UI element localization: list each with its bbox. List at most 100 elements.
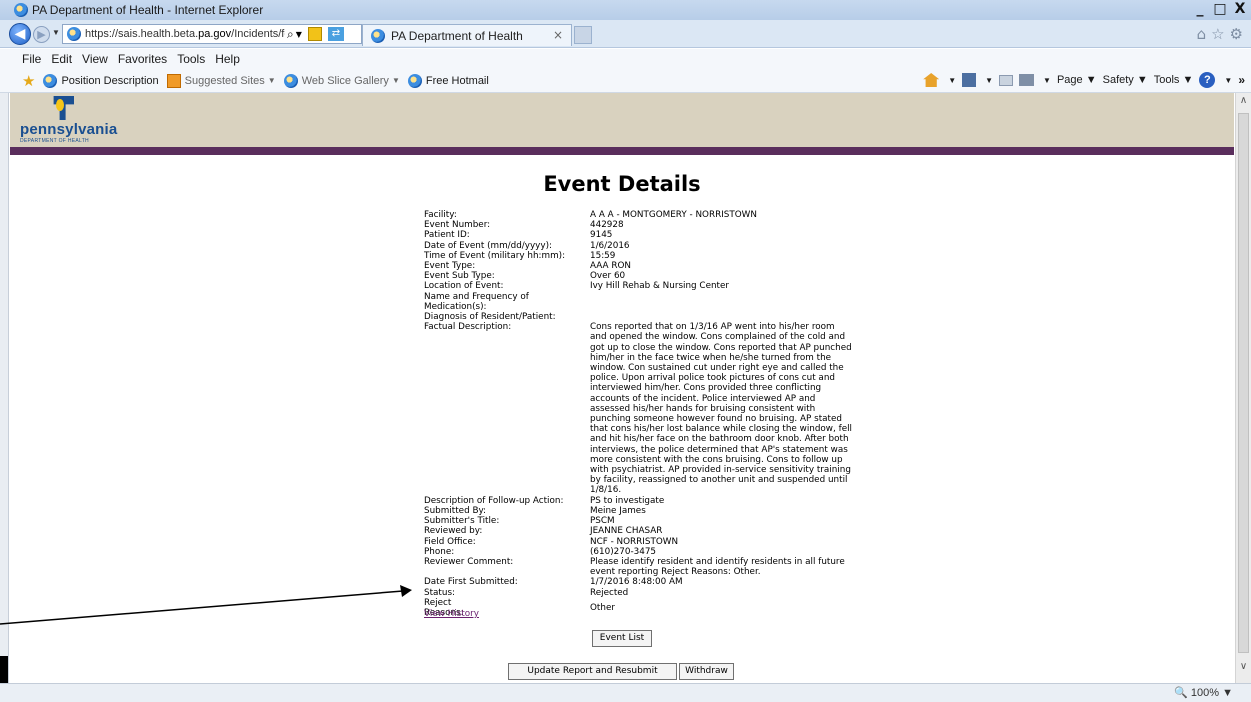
more-commands-icon[interactable]: » bbox=[1238, 73, 1245, 87]
address-url[interactable]: https://sais.health.beta.pa.gov/Incident… bbox=[85, 28, 285, 40]
menu-view[interactable]: View bbox=[82, 52, 108, 66]
home-icon[interactable]: ⌂ bbox=[1197, 25, 1207, 43]
address-bar[interactable]: https://sais.health.beta.pa.gov/Incident… bbox=[62, 24, 362, 44]
chevron-down-icon[interactable]: ▼ bbox=[985, 76, 993, 85]
minimize-button[interactable]: _ bbox=[1191, 1, 1209, 18]
tools-menu[interactable]: Tools ▼ bbox=[1154, 74, 1194, 86]
detail-label: Phone: bbox=[424, 546, 455, 557]
new-tab-button[interactable] bbox=[574, 26, 592, 44]
close-button[interactable]: X bbox=[1231, 1, 1249, 18]
detail-value: A A A - MONTGOMERY - NORRISTOWN bbox=[590, 210, 757, 220]
detail-value: AAA RON bbox=[590, 261, 631, 272]
tab-close-icon[interactable]: × bbox=[553, 28, 563, 42]
view-history-link[interactable]: View History bbox=[424, 609, 479, 619]
favorites-star-icon[interactable]: ☆ bbox=[1211, 25, 1224, 43]
factual-description: Cons reported that on 1/3/16 AP went int… bbox=[590, 322, 852, 496]
arrow-head bbox=[400, 585, 412, 597]
detail-value: Over 60 bbox=[590, 271, 626, 282]
menu-bar: File Edit View Favorites Tools Help bbox=[0, 49, 1251, 69]
detail-label: Factual Description: bbox=[424, 322, 512, 333]
logo-text: pennsylvania bbox=[20, 121, 118, 138]
fav-web-slice-gallery[interactable]: Web Slice Gallery ▼ bbox=[278, 73, 400, 88]
browser-window: PA Department of Health - Internet Explo… bbox=[0, 0, 1251, 702]
event-list-button[interactable]: Event List bbox=[592, 630, 652, 647]
detail-value: PS to investigate bbox=[590, 495, 665, 506]
tab-pa-department-of-health[interactable]: PA Department of Health × bbox=[362, 24, 572, 46]
detail-label: Patient ID: bbox=[424, 230, 470, 241]
tab-label: PA Department of Health bbox=[391, 28, 523, 43]
withdraw-button[interactable]: Withdraw bbox=[679, 663, 734, 680]
favorites-star-icon[interactable]: ★ bbox=[22, 72, 35, 90]
detail-value: 1/7/2016 8:48:00 AM bbox=[590, 577, 683, 588]
detail-label: Diagnosis of Resident/Patient: bbox=[424, 312, 556, 323]
detail-label: Description of Follow-up Action: bbox=[424, 495, 564, 506]
detail-label: Status: bbox=[424, 587, 455, 598]
detail-value: 15:59 bbox=[590, 250, 616, 261]
restore-button[interactable]: □ bbox=[1211, 1, 1229, 18]
read-mail-icon[interactable] bbox=[999, 74, 1014, 86]
detail-value: JEANNE CHASAR bbox=[590, 526, 663, 537]
detail-label: Reviewed by: bbox=[424, 526, 483, 537]
logo-subtitle: DEPARTMENT OF HEALTH bbox=[20, 138, 89, 144]
detail-label: Date of Event (mm/dd/yyyy): bbox=[424, 240, 552, 251]
forward-button[interactable]: ▶ bbox=[33, 26, 50, 43]
detail-row: Status: Rejected bbox=[424, 588, 884, 598]
detail-label: Event Type: bbox=[424, 261, 476, 272]
home-icon[interactable] bbox=[923, 73, 940, 87]
menu-tools[interactable]: Tools bbox=[177, 52, 205, 66]
scroll-up-icon[interactable]: ∧ bbox=[1236, 95, 1251, 111]
menu-edit[interactable]: Edit bbox=[51, 52, 72, 66]
chevron-down-icon[interactable]: ▼ bbox=[1224, 76, 1232, 85]
vertical-scrollbar[interactable]: ∧ ∨ bbox=[1235, 93, 1251, 683]
update-report-resubmit-button[interactable]: Update Report and Resubmit bbox=[508, 663, 677, 680]
site-header: pennsylvania DEPARTMENT OF HEALTH bbox=[10, 93, 1234, 147]
chevron-down-icon[interactable]: ▼ bbox=[1043, 76, 1051, 85]
status-value: Rejected bbox=[590, 587, 629, 598]
detail-row: Reject Reasons: Other bbox=[424, 598, 884, 618]
detail-label: Name and Frequency of Medication(s): bbox=[424, 291, 529, 312]
detail-row: Diagnosis of Resident/Patient: bbox=[424, 312, 884, 322]
detail-label: Event Number: bbox=[424, 220, 491, 231]
detail-label: Facility: bbox=[424, 210, 457, 220]
scroll-thumb[interactable] bbox=[1238, 113, 1249, 653]
lock-icon[interactable] bbox=[307, 27, 322, 41]
ie-icon bbox=[283, 73, 298, 88]
search-icon[interactable]: ⌕ bbox=[287, 27, 294, 42]
address-dropdown-icon[interactable]: ▼ bbox=[296, 30, 302, 39]
scroll-down-icon[interactable]: ∨ bbox=[1236, 661, 1251, 677]
detail-row: Event Type: AAA RON bbox=[424, 261, 884, 271]
fav-suggested-sites[interactable]: Suggested Sites ▼ bbox=[161, 73, 276, 88]
title-bar: PA Department of Health - Internet Explo… bbox=[0, 0, 1251, 20]
status-bar: 🔍 100% ▼ bbox=[0, 683, 1251, 702]
back-button[interactable]: ◀ bbox=[9, 23, 31, 45]
page-menu[interactable]: Page ▼ bbox=[1057, 74, 1097, 86]
fav-free-hotmail[interactable]: Free Hotmail bbox=[402, 73, 489, 88]
settings-gear-icon[interactable]: ⚙ bbox=[1230, 25, 1243, 43]
detail-row: Location of Event: Ivy Hill Rehab & Nursi… bbox=[424, 281, 884, 291]
feeds-icon[interactable] bbox=[962, 73, 977, 87]
page-title: Event Details bbox=[543, 172, 701, 196]
detail-row: Event Sub Type: Over 60 bbox=[424, 271, 884, 281]
detail-value: Ivy Hill Rehab & Nursing Center bbox=[590, 281, 730, 292]
navigation-bar: ◀ ▶ ▼ https://sais.health.beta.pa.gov/In… bbox=[0, 20, 1251, 48]
site-icon bbox=[67, 27, 81, 41]
detail-value: PSCM bbox=[590, 516, 615, 527]
fav-position-description[interactable]: Position Description bbox=[37, 73, 159, 88]
logo-accent bbox=[56, 99, 64, 111]
help-icon[interactable]: ? bbox=[1199, 72, 1216, 88]
menu-help[interactable]: Help bbox=[215, 52, 240, 66]
menu-file[interactable]: File bbox=[22, 52, 41, 66]
zoom-control[interactable]: 🔍 100% ▼ bbox=[1174, 686, 1233, 699]
chevron-down-icon[interactable]: ▼ bbox=[948, 76, 956, 85]
detail-row: Field Office: NCF - NORRISTOWN bbox=[424, 537, 884, 547]
detail-row: Date First Submitted: 1/7/2016 8:48:00 AM bbox=[424, 577, 884, 587]
history-dropdown-icon[interactable]: ▼ bbox=[52, 28, 60, 37]
menu-favorites[interactable]: Favorites bbox=[118, 52, 167, 66]
print-icon[interactable] bbox=[1019, 74, 1035, 86]
window-title: PA Department of Health - Internet Explo… bbox=[32, 3, 264, 17]
compatibility-icon[interactable]: ⇄ bbox=[327, 27, 344, 41]
detail-label: Location of Event: bbox=[424, 281, 504, 292]
safety-menu[interactable]: Safety ▼ bbox=[1103, 74, 1148, 86]
detail-row: Reviewed by: JEANNE CHASAR bbox=[424, 526, 884, 536]
ie-icon bbox=[14, 3, 28, 17]
